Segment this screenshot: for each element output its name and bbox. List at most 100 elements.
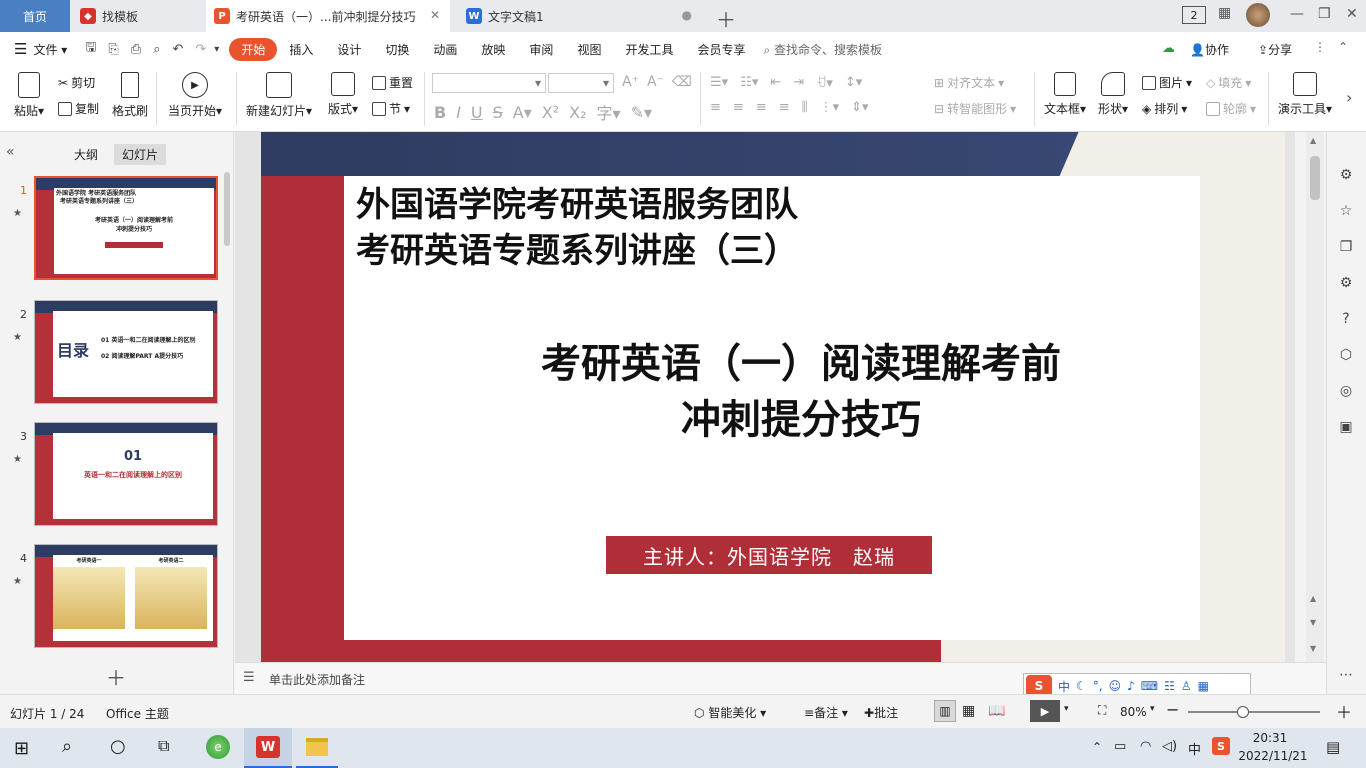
menu-developer[interactable]: 开发工具	[613, 41, 685, 58]
format-painter-button[interactable]: 格式刷	[112, 72, 148, 119]
zoom-dropdown-icon[interactable]: ▾	[1150, 704, 1155, 714]
wifi-icon[interactable]: ◠	[1140, 739, 1151, 754]
panel-scrollbar[interactable]	[224, 172, 230, 246]
menu-insert[interactable]: 插入	[277, 41, 325, 58]
zoom-level[interactable]: 80%	[1120, 705, 1147, 719]
comments-button[interactable]: ✚批注	[864, 704, 898, 721]
taskbar-wps-app[interactable]: W	[244, 728, 292, 768]
menu-file[interactable]: 文件 ▾	[27, 41, 79, 58]
ime-indicator[interactable]: 中	[1188, 739, 1201, 758]
shapes-icon[interactable]: ⬡	[1337, 346, 1355, 364]
export-icon[interactable]: ⎘	[102, 42, 124, 57]
reading-view-icon[interactable]: 📖	[988, 703, 1005, 719]
arrange-button[interactable]: ◈ 排列 ▾	[1142, 100, 1187, 117]
justify-icon[interactable]: ≡	[779, 100, 790, 115]
paste-button[interactable]: 粘贴▾	[14, 72, 44, 119]
font-size-select[interactable]: ▾	[548, 73, 614, 93]
subscript-icon[interactable]: X₂	[569, 103, 586, 122]
task-view-icon[interactable]: ⧉	[158, 736, 169, 756]
collapse-ribbon-icon[interactable]: ⌃	[1338, 40, 1348, 54]
ime-mode-label[interactable]: 中	[1058, 678, 1070, 695]
reset-button[interactable]: 重置	[372, 74, 413, 91]
cut-button[interactable]: ✂ 剪切	[58, 74, 95, 91]
location-icon[interactable]: ◎	[1337, 382, 1355, 400]
notes-button[interactable]: ≡备注 ▾	[804, 704, 848, 721]
cortana-icon[interactable]: ○	[110, 736, 126, 757]
font-color-icon[interactable]: A▾	[513, 103, 532, 122]
bold-icon[interactable]: B	[434, 103, 446, 122]
layout-button[interactable]: 版式▾	[328, 72, 358, 117]
clock-time[interactable]: 20:31	[1240, 731, 1300, 745]
scroll-up-icon[interactable]: ▲	[1310, 136, 1316, 145]
shirt-icon[interactable]: ♙	[1181, 679, 1192, 693]
italic-icon[interactable]: I	[456, 103, 461, 122]
normal-view-icon[interactable]: ▥	[934, 700, 956, 722]
scroll-thumb[interactable]	[1310, 156, 1320, 200]
zoom-slider[interactable]	[1188, 706, 1320, 718]
help-icon[interactable]: ?	[1337, 310, 1355, 328]
outline-button[interactable]: 轮廓 ▾	[1206, 100, 1256, 117]
numbered-list-icon[interactable]: ☷▾	[740, 75, 758, 90]
tray-chevron-icon[interactable]: ⌃	[1092, 740, 1102, 754]
picture-button[interactable]: 图片 ▾	[1142, 74, 1192, 91]
menu-member[interactable]: 会员专享	[685, 41, 757, 58]
beautify-button[interactable]: ⬡ 智能美化 ▾	[694, 704, 766, 721]
avatar[interactable]	[1246, 3, 1270, 27]
keyboard-icon[interactable]: ⌨	[1141, 679, 1158, 693]
search-command[interactable]: ⌕ 查找命令、搜索模板	[763, 41, 882, 58]
distribute-icon[interactable]: ⫼	[802, 100, 808, 115]
sorter-view-icon[interactable]: ▦	[962, 703, 975, 719]
properties-icon[interactable]: ⚙	[1337, 166, 1355, 184]
emoji-icon[interactable]: ☺	[1109, 679, 1122, 693]
cloud-sync-icon[interactable]: ☁	[1162, 41, 1175, 56]
menu-design[interactable]: 设计	[325, 41, 373, 58]
section-button[interactable]: 节 ▾	[372, 100, 410, 117]
minimize-icon[interactable]: —	[1290, 6, 1304, 22]
align-right-icon[interactable]: ≡	[756, 100, 767, 115]
image-panel-icon[interactable]: ▣	[1337, 418, 1355, 436]
print-preview-icon[interactable]: ⌕	[147, 42, 166, 57]
more-tools-icon[interactable]: ⋯	[1337, 666, 1355, 684]
slide-thumbnail-3[interactable]: 01 英语一和二在阅读理解上的区别	[34, 422, 218, 526]
increase-indent-icon[interactable]: ⇥	[793, 75, 804, 90]
save-icon[interactable]: 🖫	[79, 38, 102, 60]
volume-icon[interactable]: ◁)	[1162, 739, 1177, 754]
slide-main-title[interactable]: 考研英语（一）阅读理解考前 冲刺提分技巧	[451, 336, 1151, 448]
copy-button[interactable]: 复制	[58, 100, 99, 117]
smart-shape-button[interactable]: ⊟ 转智能图形 ▾	[934, 100, 1016, 117]
paragraph-spacing-icon[interactable]: ⇕▾	[851, 100, 868, 115]
presenter-tools-button[interactable]: 演示工具▾	[1278, 72, 1332, 117]
menu-start[interactable]: 开始	[229, 37, 278, 61]
notification-icon[interactable]: ▤	[1326, 738, 1340, 756]
slide-thumbnail-4[interactable]: 考研英语一 考研英语二	[34, 544, 218, 648]
tab-template[interactable]: ◆ 找模板	[72, 0, 202, 32]
line-spacing-icon[interactable]: ↕▾	[845, 75, 862, 90]
settings-icon[interactable]: ⚙	[1337, 274, 1355, 292]
slide[interactable]: 外国语学院考研英语服务团队 考研英语专题系列讲座（三） 考研英语（一）阅读理解考…	[261, 132, 1285, 662]
zoom-out-icon[interactable]: −	[1166, 700, 1179, 719]
window-count-icon[interactable]: 2	[1182, 6, 1206, 24]
increase-font-icon[interactable]: A⁺	[622, 74, 639, 90]
new-slide-button[interactable]: 新建幻灯片▾	[246, 72, 312, 119]
close-window-icon[interactable]: ✕	[1346, 6, 1358, 22]
mic-icon[interactable]: ♪	[1127, 679, 1135, 693]
copy-layout-icon[interactable]: ❐	[1337, 238, 1355, 256]
collapse-panel-icon[interactable]: «	[6, 144, 15, 160]
scroll-down-icon[interactable]: ▼	[1310, 644, 1316, 653]
collab-button[interactable]: 👤协作	[1190, 41, 1229, 58]
tab-slides[interactable]: 幻灯片	[114, 144, 167, 165]
clock-date[interactable]: 2022/11/21	[1238, 749, 1308, 763]
punctuation-icon[interactable]: °,	[1093, 679, 1103, 693]
redo-icon[interactable]: ↷	[189, 42, 212, 57]
align-text-button[interactable]: ⊞ 对齐文本 ▾	[934, 74, 1004, 91]
share-button[interactable]: ⇪分享	[1258, 41, 1292, 58]
tab-active-document[interactable]: P 考研英语（一）...前冲刺提分技巧 ✕	[206, 0, 450, 32]
notes-pane[interactable]: ☰ 单击此处添加备注 S 中 ☾ °, ☺ ♪ ⌨ ☷ ♙ ▦	[235, 662, 1326, 699]
security-app-icon[interactable]: e	[206, 735, 230, 759]
underline-icon[interactable]: U	[471, 103, 483, 122]
hamburger-icon[interactable]: ☰	[14, 40, 27, 58]
text-direction-icon[interactable]: ꀀ▾	[816, 74, 833, 91]
highlight-icon[interactable]: ✎▾	[631, 103, 652, 122]
taskbar-explorer-app[interactable]	[296, 728, 338, 768]
decrease-indent-icon[interactable]: ⇤	[770, 75, 781, 90]
